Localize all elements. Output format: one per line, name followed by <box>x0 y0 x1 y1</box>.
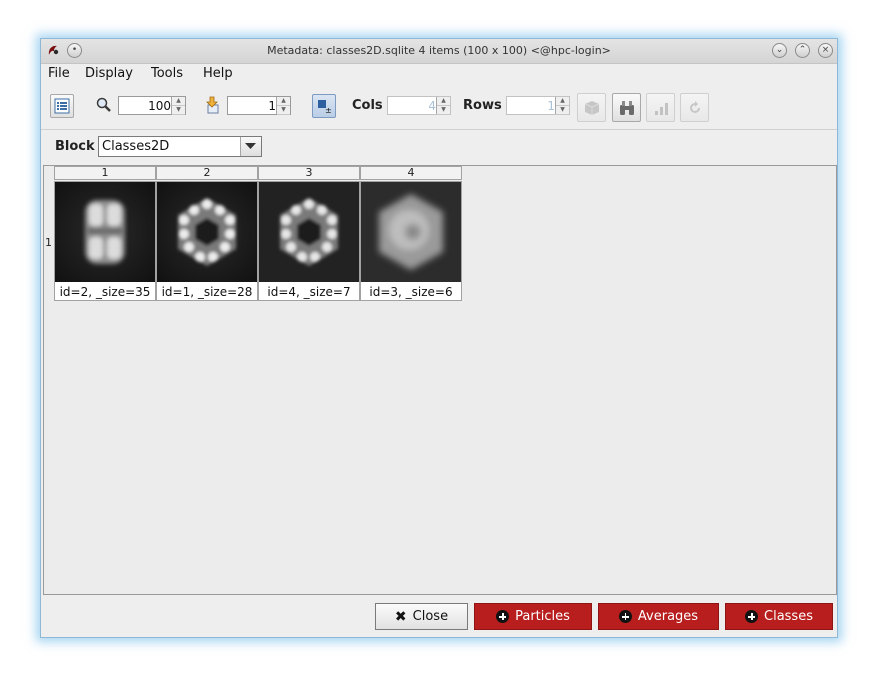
class-caption: id=3, _size=6 <box>369 285 453 299</box>
goto-down-arrow[interactable]: ▼ <box>277 106 290 115</box>
block-selected-value: Classes2D <box>102 139 170 154</box>
particles-button[interactable]: Particles <box>474 603 592 630</box>
rows-label: Rows <box>463 98 502 113</box>
refresh-icon <box>690 101 700 113</box>
class-average-image <box>55 182 155 282</box>
zoom-down-arrow[interactable]: ▼ <box>172 106 185 115</box>
column-header-4[interactable]: 4 <box>360 166 462 180</box>
list-view-icon <box>54 98 70 114</box>
class-average-image <box>157 182 257 282</box>
rows-spinner[interactable]: ▲▼ <box>506 96 570 115</box>
class-average-image <box>259 182 359 282</box>
image-gallery: 1 2 3 4 1 id=2, _size=35 id=1, _size=28 … <box>43 165 837 595</box>
menu-bar: File Display Tools Help <box>41 64 837 84</box>
close-button[interactable]: ✖ Close <box>375 603 468 630</box>
refresh-button[interactable] <box>680 93 709 122</box>
plus-circle-icon <box>618 610 632 623</box>
averages-button[interactable]: Averages <box>598 603 719 630</box>
close-window-button[interactable]: × <box>818 43 833 58</box>
class-caption: id=2, _size=35 <box>59 285 151 299</box>
bar-chart-icon <box>655 103 668 115</box>
maximize-button[interactable]: ⌃ <box>795 43 810 58</box>
zoom-icon <box>96 97 111 112</box>
class-image-cell[interactable]: id=2, _size=35 <box>54 181 156 301</box>
plus-circle-icon <box>745 610 758 623</box>
toolbar: ▲▼ ▲▼ ± Cols ▲▼ Rows ▲▼ <box>41 85 837 130</box>
class-image-cell[interactable]: id=4, _size=7 <box>258 181 360 301</box>
binoculars-icon <box>620 101 634 115</box>
plus-circle-icon <box>496 610 510 623</box>
cols-up-arrow[interactable]: ▲ <box>437 97 450 106</box>
3d-view-button[interactable] <box>577 93 606 122</box>
particles-button-label: Particles <box>515 609 570 624</box>
title-bar: • Metadata: classes2D.sqlite 4 items (10… <box>41 39 837 64</box>
cols-spinner[interactable]: ▲▼ <box>387 96 451 115</box>
cols-label: Cols <box>352 98 383 113</box>
menu-tools[interactable]: Tools <box>151 66 183 81</box>
zoom-up-arrow[interactable]: ▲ <box>172 97 185 106</box>
svg-text:±: ± <box>325 106 332 114</box>
classes-button[interactable]: Classes <box>725 603 833 630</box>
class-image-cell[interactable]: id=1, _size=28 <box>156 181 258 301</box>
column-header-1[interactable]: 1 <box>54 166 156 180</box>
goto-up-arrow[interactable]: ▲ <box>277 97 290 106</box>
normalize-icon: ± <box>318 100 332 114</box>
menu-help[interactable]: Help <box>203 66 233 81</box>
close-button-label: Close <box>412 609 449 624</box>
block-select[interactable]: Classes2D <box>98 136 262 157</box>
chevron-down-icon <box>245 143 256 149</box>
normalize-toggle-button[interactable]: ± <box>312 94 336 118</box>
rows-input[interactable] <box>507 97 557 114</box>
cols-input[interactable] <box>388 97 438 114</box>
cube-icon <box>584 101 600 115</box>
goto-spinner[interactable]: ▲▼ <box>227 96 291 115</box>
class-caption: id=4, _size=7 <box>267 285 351 299</box>
block-dropdown-button[interactable] <box>240 137 261 156</box>
plot-button[interactable] <box>646 93 675 122</box>
button-bar: ✖ Close Particles Averages Classes <box>41 595 837 637</box>
window-title: Metadata: classes2D.sqlite 4 items (100 … <box>267 44 611 57</box>
block-row: Block Classes2D <box>41 131 837 161</box>
menu-file[interactable]: File <box>48 66 70 81</box>
column-header-2[interactable]: 2 <box>156 166 258 180</box>
row-header-1: 1 <box>45 236 52 249</box>
minimize-button[interactable]: ⌄ <box>772 43 787 58</box>
zoom-spinner[interactable]: ▲▼ <box>118 96 186 115</box>
rows-down-arrow[interactable]: ▼ <box>556 106 569 115</box>
averages-button-label: Averages <box>637 609 699 624</box>
classes-button-label: Classes <box>764 609 813 624</box>
class-average-image <box>361 182 461 282</box>
zoom-input[interactable] <box>119 97 173 114</box>
block-label: Block <box>55 139 95 154</box>
find-button[interactable] <box>612 93 641 122</box>
metadata-window: • Metadata: classes2D.sqlite 4 items (10… <box>40 38 838 638</box>
class-image-cell[interactable]: id=3, _size=6 <box>360 181 462 301</box>
goto-input[interactable] <box>228 97 278 114</box>
table-view-button[interactable] <box>50 94 74 118</box>
column-header-3[interactable]: 3 <box>258 166 360 180</box>
menu-display[interactable]: Display <box>85 66 133 81</box>
close-icon: ✖ <box>394 608 407 625</box>
rows-up-arrow[interactable]: ▲ <box>556 97 569 106</box>
cols-down-arrow[interactable]: ▼ <box>437 106 450 115</box>
goto-item-icon <box>206 96 219 114</box>
class-caption: id=1, _size=28 <box>161 285 253 299</box>
